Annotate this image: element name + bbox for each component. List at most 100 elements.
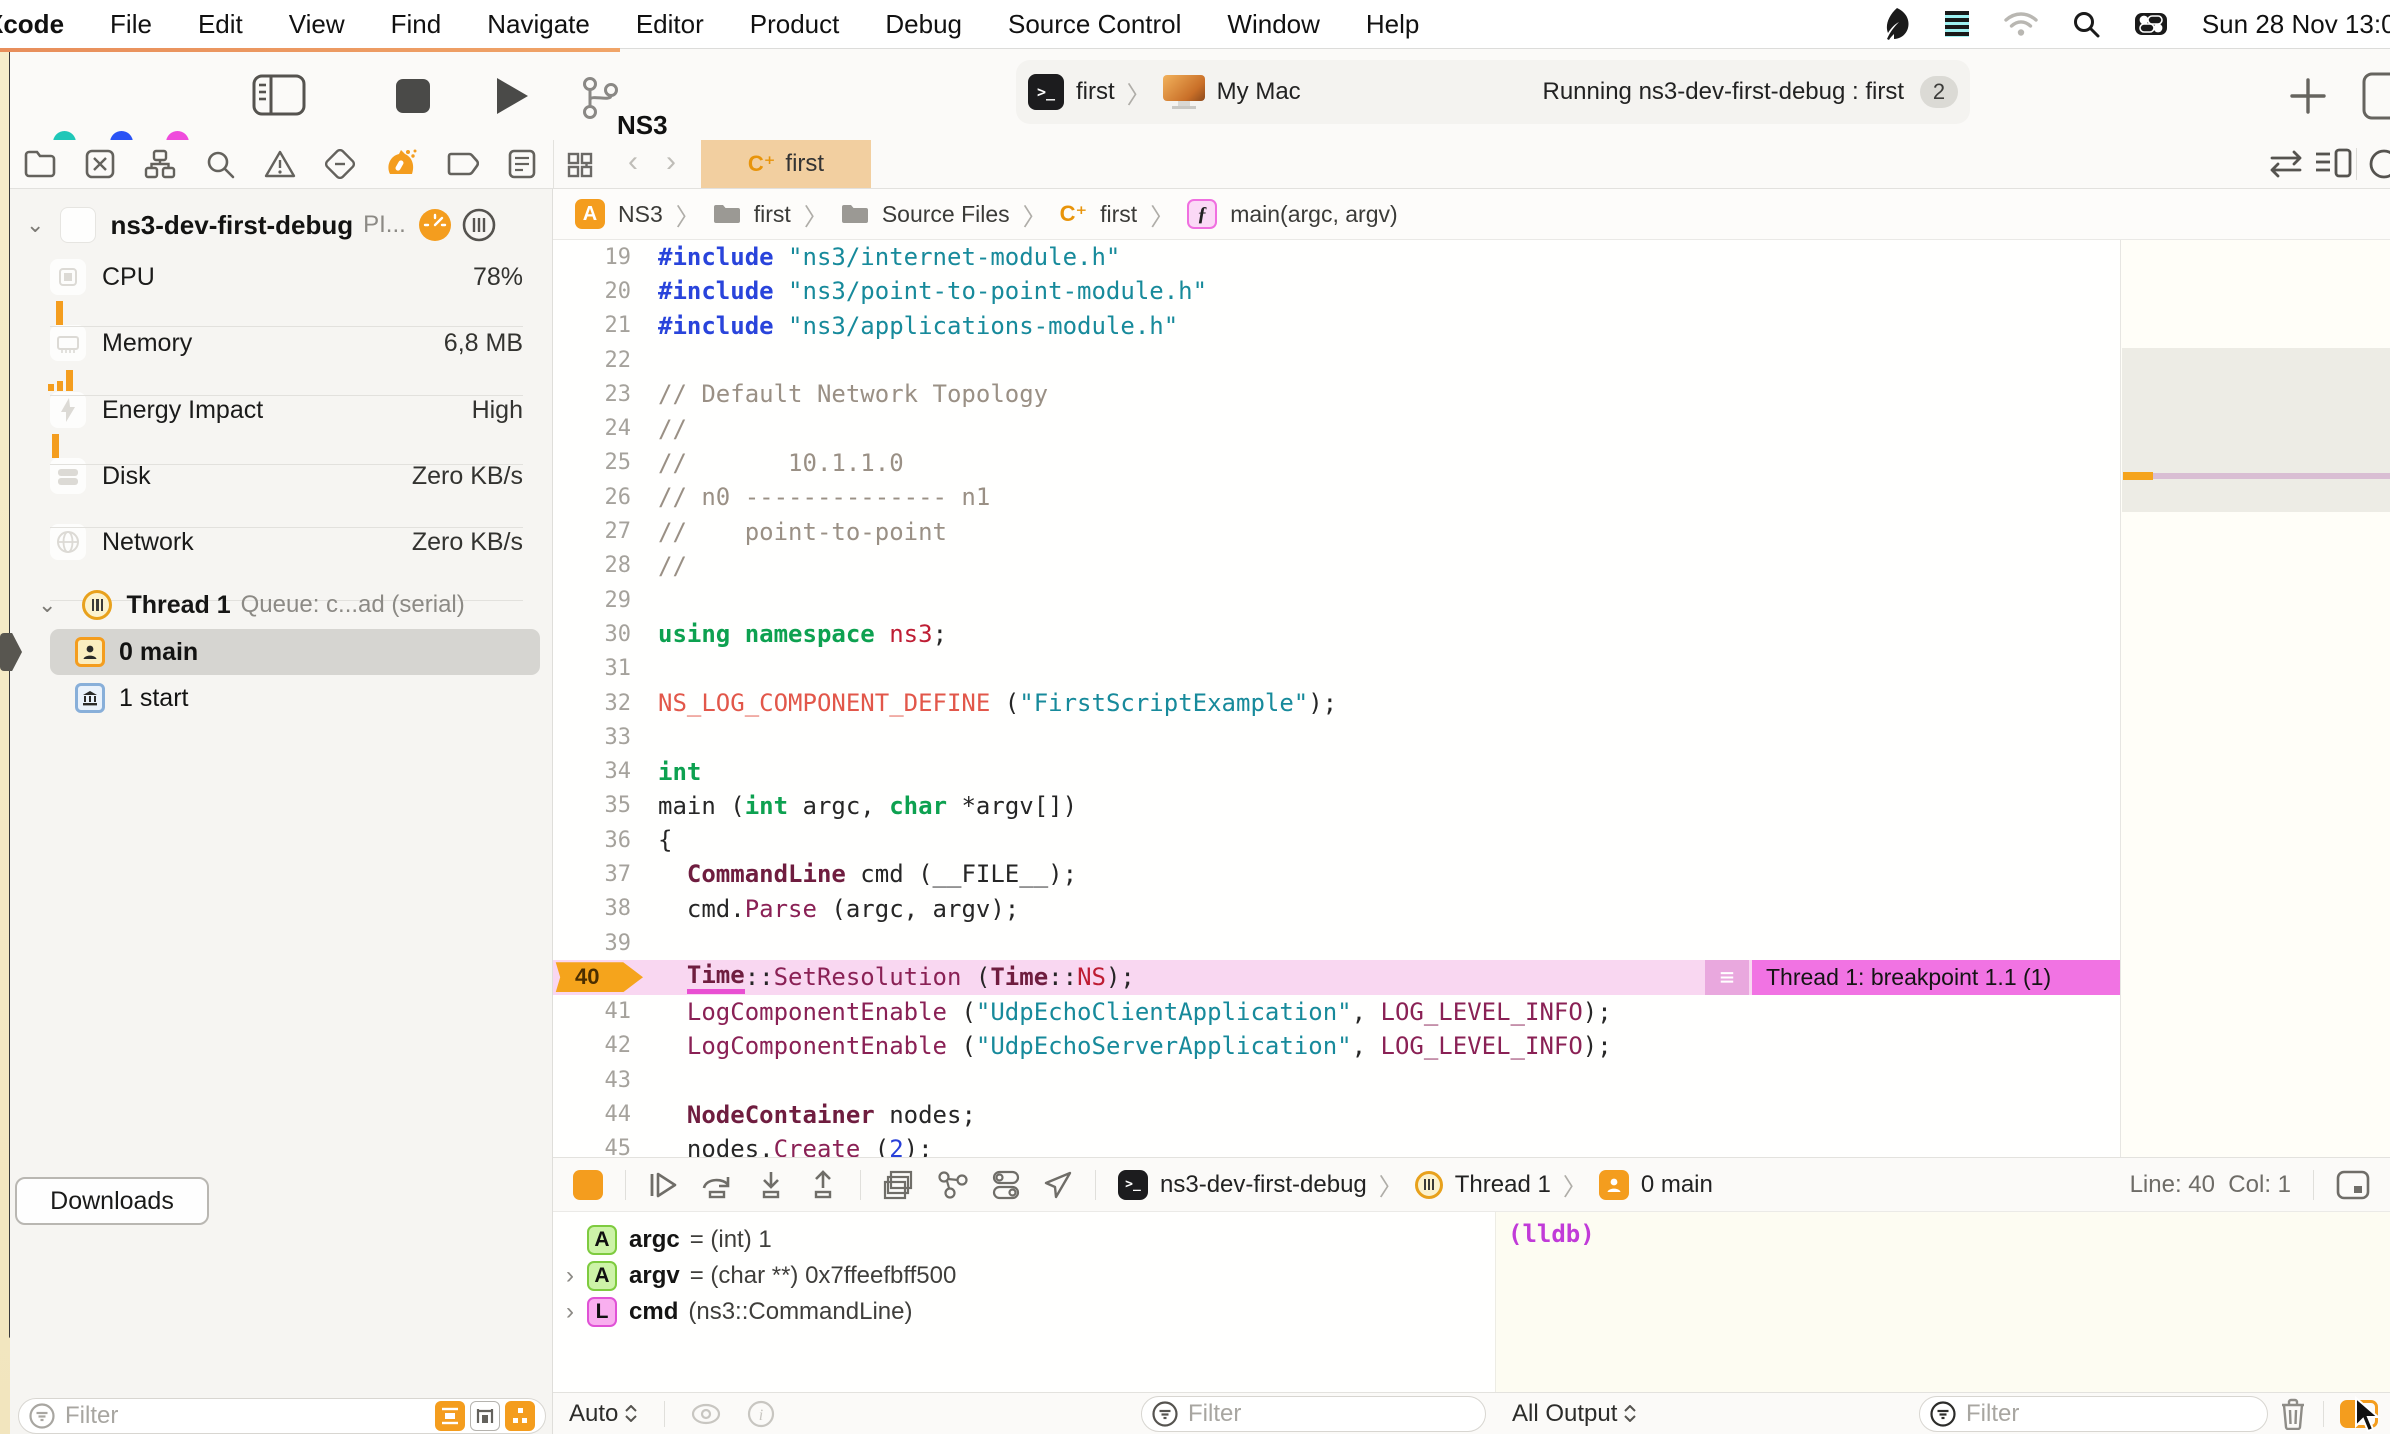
sidebar-filter-field[interactable]: Filter: [18, 1398, 546, 1434]
report-navigator-icon[interactable]: [508, 149, 536, 179]
show-only-variables-icon[interactable]: [691, 1403, 721, 1425]
line-number[interactable]: 21: [553, 313, 658, 338]
destination-name[interactable]: My Mac: [1217, 78, 1301, 106]
step-over-button[interactable]: [700, 1170, 734, 1200]
line-number[interactable]: 27: [553, 519, 658, 544]
variables-filter-field[interactable]: Filter: [1141, 1395, 1486, 1432]
symbol-navigator-icon[interactable]: [144, 149, 176, 179]
disclosure-chevron-icon[interactable]: ›: [553, 1298, 587, 1326]
line-number[interactable]: 43: [553, 1068, 658, 1093]
line-number[interactable]: 39: [553, 931, 658, 956]
code-line-21[interactable]: 21 #include "ns3/applications-module.h": [553, 309, 2120, 343]
breakpoint-navigator-icon[interactable]: [447, 150, 479, 178]
debug-crumb[interactable]: ns3-dev-first-debug: [1160, 1171, 1367, 1199]
line-number[interactable]: 41: [553, 999, 658, 1024]
process-header-row[interactable]: ⌄ ns3-dev-first-debug PI...: [10, 203, 553, 247]
code-line-19[interactable]: 19 #include "ns3/internet-module.h": [553, 240, 2120, 274]
debug-breadcrumb[interactable]: >_ ns3-dev-first-debug 〉 Thread 1 〉 0 main: [1118, 1167, 1713, 1202]
code-line-30[interactable]: 30 using namespace ns3;: [553, 617, 2120, 651]
menu-item-navigate[interactable]: Navigate: [487, 9, 590, 40]
jumpbar-item[interactable]: Source Files: [882, 201, 1010, 228]
simulate-location-button[interactable]: [1043, 1170, 1073, 1200]
quicklook-info-icon[interactable]: i: [747, 1400, 775, 1428]
step-out-button[interactable]: [808, 1169, 838, 1200]
menu-item-edit[interactable]: Edit: [198, 9, 243, 40]
line-number[interactable]: 44: [553, 1102, 658, 1127]
breakpoint-actions-menu[interactable]: ≡: [1705, 960, 1749, 995]
disclosure-chevron-icon[interactable]: ⌄: [38, 592, 56, 618]
minimap-visible-region[interactable]: [2122, 348, 2390, 512]
wifi-icon[interactable]: [2004, 11, 2038, 37]
code-line-32[interactable]: 32 NS_LOG_COMPONENT_DEFINE ("FirstScriptE…: [553, 686, 2120, 720]
line-number[interactable]: 31: [553, 656, 658, 681]
line-number[interactable]: 19: [553, 245, 658, 270]
jumpbar-item[interactable]: first: [754, 201, 791, 228]
menu-clock[interactable]: Sun 28 Nov 13:06: [2202, 9, 2390, 40]
thread-row[interactable]: ⌄ Thread 1 Queue: c...ad (serial): [10, 583, 553, 627]
code-line-25[interactable]: 25// 10.1.1.0: [553, 446, 2120, 480]
menu-item-debug[interactable]: Debug: [885, 9, 962, 40]
line-number[interactable]: 35: [553, 793, 658, 818]
code-line-26[interactable]: 26// n0 -------------- n1: [553, 480, 2120, 514]
line-number[interactable]: 33: [553, 725, 658, 750]
code-line-39[interactable]: 39: [553, 926, 2120, 960]
variables-scope-selector[interactable]: Auto: [569, 1400, 638, 1428]
jumpbar-item[interactable]: NS3: [618, 201, 663, 228]
show-stack-depth-button[interactable]: [470, 1401, 500, 1431]
line-number[interactable]: 25: [553, 450, 658, 475]
line-number[interactable]: 30: [553, 622, 658, 647]
test-navigator-icon[interactable]: [325, 149, 355, 179]
line-number[interactable]: 24: [553, 416, 658, 441]
stack-frame-1-start[interactable]: 1 start: [10, 675, 553, 721]
back-chevron-icon[interactable]: ‹: [628, 145, 638, 179]
line-number[interactable]: 42: [553, 1033, 658, 1058]
code-line-42[interactable]: 42 LogComponentEnable ("UdpEchoServerApp…: [553, 1029, 2120, 1063]
tab-first[interactable]: C⁺ first: [701, 140, 871, 188]
issue-navigator-icon[interactable]: [264, 149, 296, 179]
code-line-37[interactable]: 37 CommandLine cmd (__FILE__);: [553, 857, 2120, 891]
disclosure-chevron-icon[interactable]: ›: [553, 1262, 587, 1290]
debug-crumb[interactable]: 0 main: [1641, 1171, 1713, 1199]
continue-button[interactable]: [648, 1170, 678, 1200]
activity-issue-badge[interactable]: 2: [1920, 76, 1958, 108]
keyboard-layout-icon[interactable]: [1944, 8, 1970, 40]
add-editor-icon[interactable]: [2368, 148, 2390, 180]
code-line-34[interactable]: 34 int: [553, 754, 2120, 788]
gauge-row-network[interactable]: Network Zero KB/s: [10, 519, 553, 565]
stack-frame-0-main[interactable]: 0 main: [0, 629, 553, 675]
menu-item-find[interactable]: Find: [391, 9, 442, 40]
code-line-40[interactable]: 40 Time:: SetResolution (Time:: NS); ≡ Threa…: [553, 960, 2120, 995]
breakpoint-hit-badge[interactable]: Thread 1: breakpoint 1.1 (1): [1752, 960, 2120, 995]
line-number[interactable]: 36: [553, 828, 658, 853]
library-add-icon[interactable]: [2286, 74, 2330, 118]
disclosure-chevron-icon[interactable]: ⌄: [26, 212, 44, 238]
environment-overrides-button[interactable]: [991, 1170, 1021, 1200]
code-line-31[interactable]: 31: [553, 652, 2120, 686]
code-line-29[interactable]: 29: [553, 583, 2120, 617]
line-number[interactable]: 37: [553, 862, 658, 887]
variable-row-argv[interactable]: › Aargv = (char **) 0x7ffeefbff500: [553, 1258, 1495, 1294]
debug-memory-graph-button[interactable]: [937, 1170, 969, 1200]
variables-view[interactable]: Aargc = (int) 1 › Aargv = (char **) 0x7ffeef…: [553, 1212, 1495, 1392]
debug-crumb[interactable]: Thread 1: [1455, 1171, 1551, 1199]
scheme-name[interactable]: first: [1076, 78, 1115, 106]
toggle-navigator-icon[interactable]: [252, 74, 306, 116]
editor-options-icon[interactable]: [2314, 148, 2354, 180]
scheme-and-activity-pill[interactable]: >_ first 〉 My Mac Running ns3-dev-first-…: [1016, 60, 1970, 124]
line-number[interactable]: 38: [553, 896, 658, 921]
related-items-icon[interactable]: [567, 152, 597, 178]
code-line-24[interactable]: 24//: [553, 411, 2120, 445]
code-line-27[interactable]: 27// point-to-point: [553, 514, 2120, 548]
menu-item-xcode[interactable]: Xcode: [0, 9, 64, 40]
line-number[interactable]: 23: [553, 382, 658, 407]
jumpbar-item[interactable]: first: [1100, 201, 1137, 228]
inspector-toggle-icon[interactable]: [2362, 72, 2390, 120]
jump-bar[interactable]: A NS3 〉 first 〉 Source Files 〉 C⁺ first 〉 ƒ main(ar…: [553, 189, 2390, 240]
run-button[interactable]: [494, 76, 530, 116]
jumpbar-item[interactable]: main(argc, argv): [1230, 201, 1397, 228]
menu-item-product[interactable]: Product: [750, 9, 840, 40]
find-navigator-icon[interactable]: [205, 149, 235, 179]
line-number[interactable]: 45: [553, 1136, 658, 1157]
console-output-selector[interactable]: All Output: [1512, 1393, 1637, 1434]
menu-item-window[interactable]: Window: [1227, 9, 1319, 40]
